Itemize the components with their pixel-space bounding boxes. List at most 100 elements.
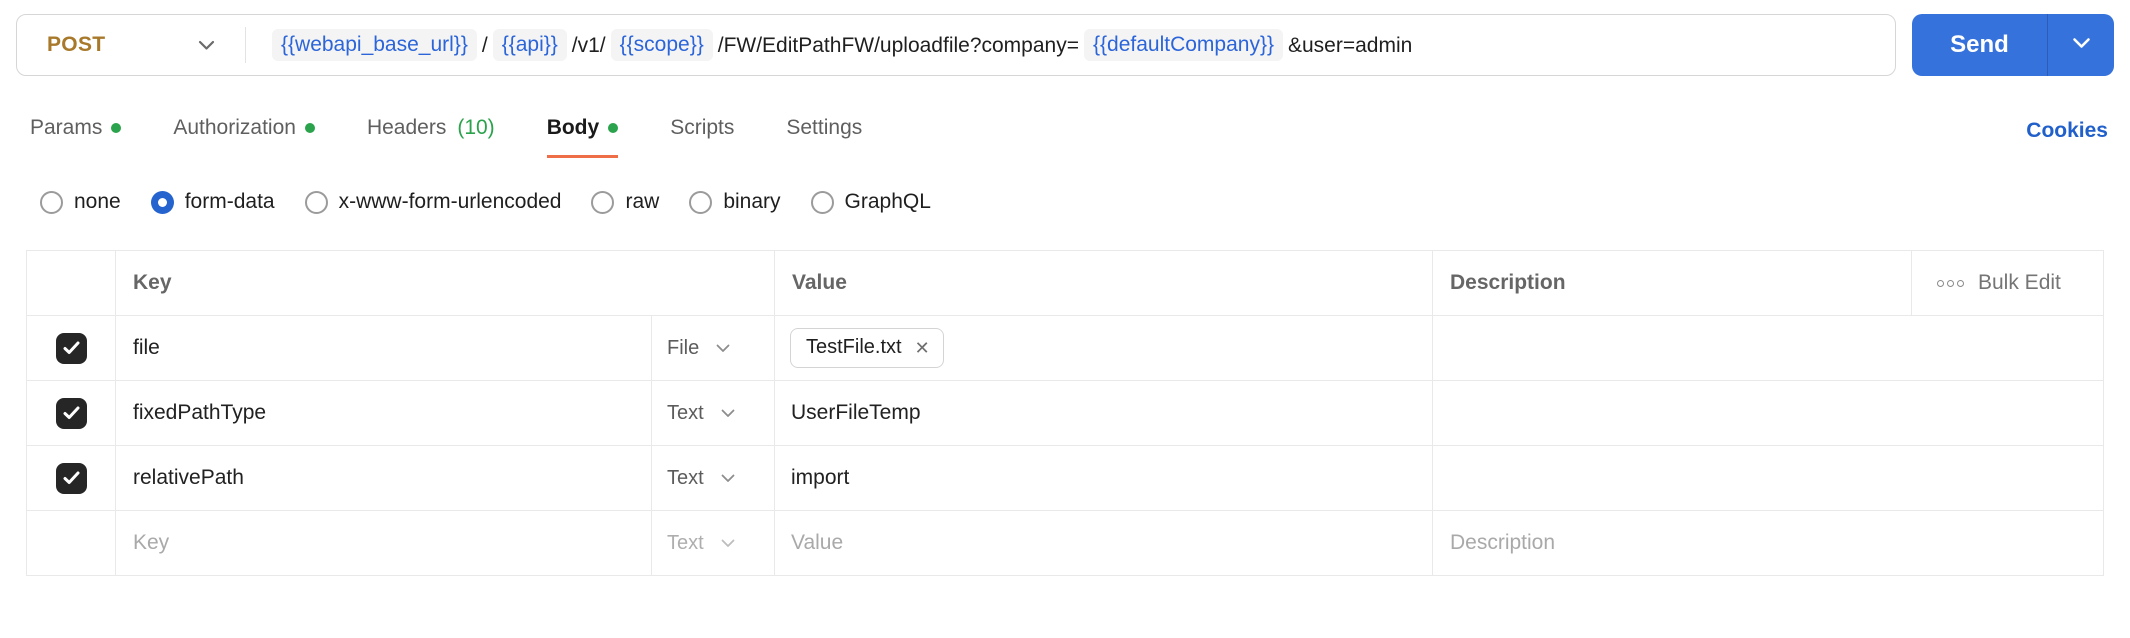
type-select[interactable]: Text: [652, 511, 775, 575]
tab-label: Body: [546, 116, 600, 139]
type-select[interactable]: Text: [652, 446, 775, 510]
radio-icon: [591, 190, 615, 214]
url-text-segment: /v1/: [571, 33, 606, 57]
close-icon[interactable]: ✕: [915, 339, 930, 357]
chevron-down-icon: [721, 539, 735, 548]
table-row: fixedPathType Text UserFileTemp: [27, 381, 2103, 446]
bulk-edit-button[interactable]: Bulk Edit: [1912, 251, 2103, 315]
value-field[interactable]: Value: [775, 511, 1433, 575]
type-select[interactable]: File: [652, 316, 775, 380]
bulk-edit-dots-icon: [1937, 279, 1964, 287]
body-type-graphql[interactable]: GraphQL: [810, 190, 931, 214]
radio-icon: [689, 190, 713, 214]
chevron-down-icon: [2072, 36, 2091, 54]
description-field[interactable]: Description: [1433, 511, 2103, 575]
key-text: relativePath: [133, 466, 244, 489]
select-column-header: [27, 251, 116, 315]
tab-label: Headers: [366, 116, 447, 139]
tab-label: Authorization: [173, 116, 296, 139]
cookies-link[interactable]: Cookies: [2026, 119, 2108, 158]
row-select-cell: [27, 511, 116, 575]
send-button-group: Send: [1912, 14, 2114, 76]
tab-params[interactable]: Params: [30, 116, 122, 158]
send-button[interactable]: Send: [1912, 14, 2047, 76]
chevron-down-icon: [721, 474, 735, 483]
form-data-table: Key Value Description Bulk Edit file Fil…: [26, 250, 2104, 576]
url-template-variable[interactable]: {{defaultCompany}}: [1083, 29, 1283, 61]
chevron-down-icon: [198, 40, 215, 51]
value-field[interactable]: import: [775, 446, 1433, 510]
type-select[interactable]: Text: [652, 381, 775, 445]
radio-label: raw: [625, 190, 660, 213]
value-column-header: Value: [775, 251, 1433, 315]
tab-headers[interactable]: Headers (10): [367, 116, 495, 158]
headers-count-badge: (10): [457, 116, 495, 139]
tab-settings[interactable]: Settings: [786, 116, 862, 158]
tab-authorization[interactable]: Authorization: [173, 116, 315, 158]
url-template-variable[interactable]: {{webapi_base_url}}: [272, 29, 477, 61]
url-input[interactable]: {{webapi_base_url}} / {{api}} /v1/ {{sco…: [246, 29, 1895, 61]
file-attachment-chip[interactable]: TestFile.txt ✕: [790, 328, 944, 368]
row-select-cell: [27, 316, 116, 380]
description-field[interactable]: [1433, 381, 2103, 445]
key-placeholder: Key: [133, 531, 170, 554]
type-value: File: [667, 336, 700, 359]
url-text-segment: &user=admin: [1287, 33, 1413, 57]
radio-label: none: [74, 190, 121, 213]
description-field[interactable]: [1433, 446, 2103, 510]
request-tabs: Params Authorization Headers (10) Body S…: [0, 116, 2130, 158]
green-dot-icon: [608, 123, 619, 133]
description-field[interactable]: [1433, 316, 2103, 380]
key-column-header: Key: [116, 251, 775, 315]
type-value: Text: [667, 401, 704, 424]
url-template-variable[interactable]: {{api}}: [492, 29, 567, 61]
radio-label: GraphQL: [844, 190, 931, 213]
bulk-edit-label: Bulk Edit: [1978, 271, 2061, 294]
tab-label: Params: [30, 116, 103, 139]
radio-label: binary: [723, 190, 781, 213]
url-box: POST {{webapi_base_url}} / {{api}} /v1/ …: [16, 14, 1896, 76]
body-type-x-www-form-urlencoded[interactable]: x-www-form-urlencoded: [304, 190, 562, 214]
file-name: TestFile.txt: [806, 336, 902, 358]
key-field[interactable]: fixedPathType: [116, 381, 652, 445]
url-text-segment: /FW/EditPathFW/uploadfile?company=: [717, 33, 1079, 57]
green-dot-icon: [304, 123, 315, 133]
tab-label: Scripts: [670, 116, 735, 139]
radio-icon: [810, 190, 834, 214]
body-type-none[interactable]: none: [40, 190, 121, 214]
value-text: UserFileTemp: [791, 401, 921, 424]
url-text-segment: /: [481, 33, 488, 57]
url-template-variable[interactable]: {{scope}}: [610, 29, 713, 61]
key-text: file: [133, 336, 160, 359]
request-bar: POST {{webapi_base_url}} / {{api}} /v1/ …: [16, 14, 2114, 76]
value-field[interactable]: UserFileTemp: [775, 381, 1433, 445]
tab-scripts[interactable]: Scripts: [670, 116, 734, 158]
method-selector[interactable]: POST: [17, 33, 245, 57]
value-field[interactable]: TestFile.txt ✕: [775, 316, 1433, 380]
key-field[interactable]: Key: [116, 511, 652, 575]
tab-body[interactable]: Body: [546, 116, 619, 158]
send-options-button[interactable]: [2048, 14, 2114, 76]
body-type-form-data[interactable]: form-data: [150, 190, 275, 214]
key-field[interactable]: relativePath: [116, 446, 652, 510]
body-type-raw[interactable]: raw: [591, 190, 659, 214]
type-value: Text: [667, 531, 704, 554]
method-label: POST: [47, 33, 106, 56]
table-row-empty: Key Text Value Description: [27, 511, 2103, 575]
tab-label: Settings: [786, 116, 863, 139]
radio-label: form-data: [184, 190, 275, 213]
checkbox-checked[interactable]: [55, 397, 87, 429]
radio-icon: [304, 190, 328, 214]
body-type-binary[interactable]: binary: [689, 190, 781, 214]
key-text: fixedPathType: [133, 401, 267, 424]
green-dot-icon: [111, 123, 122, 133]
value-text: import: [791, 466, 850, 489]
table-header-row: Key Value Description Bulk Edit: [27, 251, 2103, 316]
checkbox-checked[interactable]: [55, 462, 87, 494]
row-select-cell: [27, 446, 116, 510]
description-placeholder: Description: [1450, 531, 1556, 554]
radio-label: x-www-form-urlencoded: [338, 190, 562, 213]
checkbox-checked[interactable]: [55, 332, 87, 364]
key-field[interactable]: file: [116, 316, 652, 380]
table-row: file File TestFile.txt ✕: [27, 316, 2103, 381]
